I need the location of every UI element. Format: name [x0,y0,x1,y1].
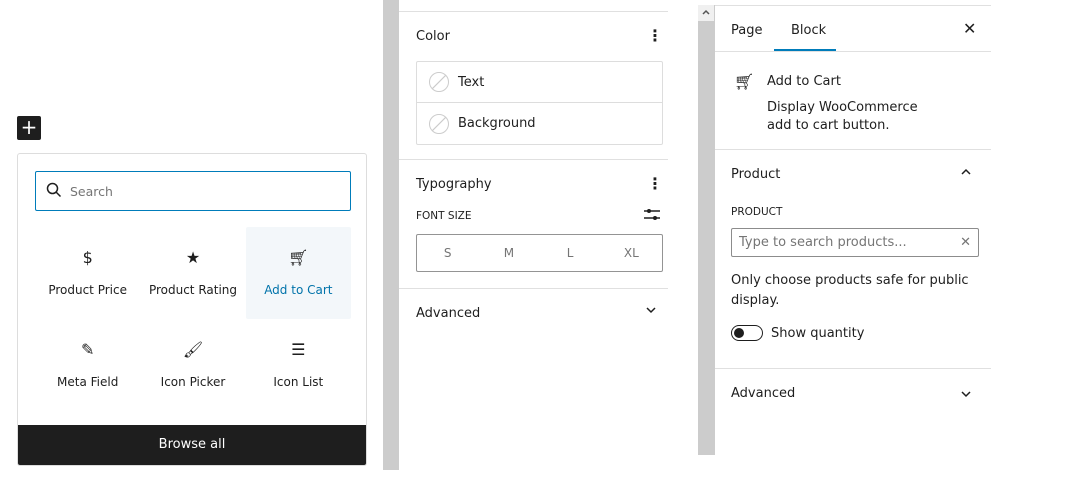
dollar-circle-icon: $ [82,247,93,267]
block-description: Display WooCommerce add to cart button. [767,100,918,133]
size-m[interactable]: M [478,246,539,260]
browse-all-button[interactable]: Browse all [18,425,366,465]
block-label: Product Price [48,283,127,297]
color-label: Text [458,74,485,90]
product-section-toggle[interactable]: Product [731,167,780,182]
toggle-label: Show quantity [771,325,865,341]
edit-icon: ✎ [80,339,95,359]
product-search-input[interactable]: Type to search products... ✕ [731,228,979,257]
block-label: Meta Field [57,375,119,389]
star-icon: ★ [185,247,201,267]
show-quantity-toggle[interactable] [731,325,763,341]
block-icon-picker[interactable]: 🖌︎ Icon Picker [140,319,245,411]
brush-icon: 🖌︎ [182,339,204,359]
product-placeholder: Type to search products... [739,235,907,250]
font-size-picker: S M L XL [416,234,663,272]
color-text[interactable]: Text [417,62,662,103]
styles-panel: Color ⋮ Text Background Typography ⋮ FON… [399,0,668,470]
chevron-down-icon[interactable] [960,388,972,404]
color-title: Color [416,29,450,44]
advanced-toggle[interactable]: Advanced [416,306,480,321]
block-add-to-cart[interactable]: 🛒︎ Add to Cart [245,227,351,319]
scrollbar[interactable] [383,0,399,470]
size-xl[interactable]: XL [601,246,662,260]
font-size-label: FONT SIZE [416,210,472,222]
settings-sidebar: Page Block ✕ 🛒︎ Add to Cart Display WooC… [715,0,991,470]
show-quantity-row: Show quantity [731,325,864,341]
search-icon [46,182,62,201]
color-list: Text Background [416,61,663,145]
search-input[interactable]: Search [35,171,351,211]
cart-icon: 🛒︎ [288,247,309,267]
block-product-price[interactable]: $ Product Price [35,227,140,319]
chevron-up-icon[interactable] [960,166,972,182]
color-background[interactable]: Background [417,103,662,144]
block-meta-field[interactable]: ✎ Meta Field [35,319,140,411]
custom-size-icon[interactable] [644,207,660,225]
block-inserter: Search $ Product Price ★ Product Rating 🛒︎… [17,153,367,466]
tab-block[interactable]: Block [791,23,826,38]
scroll-up-icon[interactable] [698,5,714,21]
add-block-button[interactable]: + [17,116,41,140]
color-options-icon[interactable]: ⋮ [647,28,663,44]
block-icon-list[interactable]: ☰ Icon List [246,319,351,411]
block-label: Icon List [273,375,324,389]
block-title: Add to Cart [767,74,841,89]
cart-icon: 🛒︎ [734,72,755,91]
block-label: Icon Picker [160,375,226,389]
block-label: Add to Cart [264,283,333,297]
close-icon[interactable]: ✕ [963,19,976,38]
block-product-rating[interactable]: ★ Product Rating [140,227,245,319]
help-text: Only choose products safe for public dis… [731,273,969,308]
chevron-down-icon[interactable] [645,304,657,320]
size-l[interactable]: L [540,246,601,260]
search-placeholder: Search [70,183,113,199]
tab-page[interactable]: Page [731,23,762,38]
typography-options-icon[interactable]: ⋮ [647,176,663,192]
clear-icon[interactable]: ✕ [960,235,971,250]
swatch-icon [429,113,449,134]
size-s[interactable]: S [417,246,478,260]
typography-title: Typography [416,177,492,192]
advanced-toggle[interactable]: Advanced [731,386,795,401]
color-label: Background [458,116,536,131]
swatch-icon [429,72,449,92]
sidebar-scrollbar[interactable] [698,5,714,455]
block-label: Product Rating [148,283,238,297]
list-icon: ☰ [291,339,306,359]
product-label: PRODUCT [731,206,783,218]
